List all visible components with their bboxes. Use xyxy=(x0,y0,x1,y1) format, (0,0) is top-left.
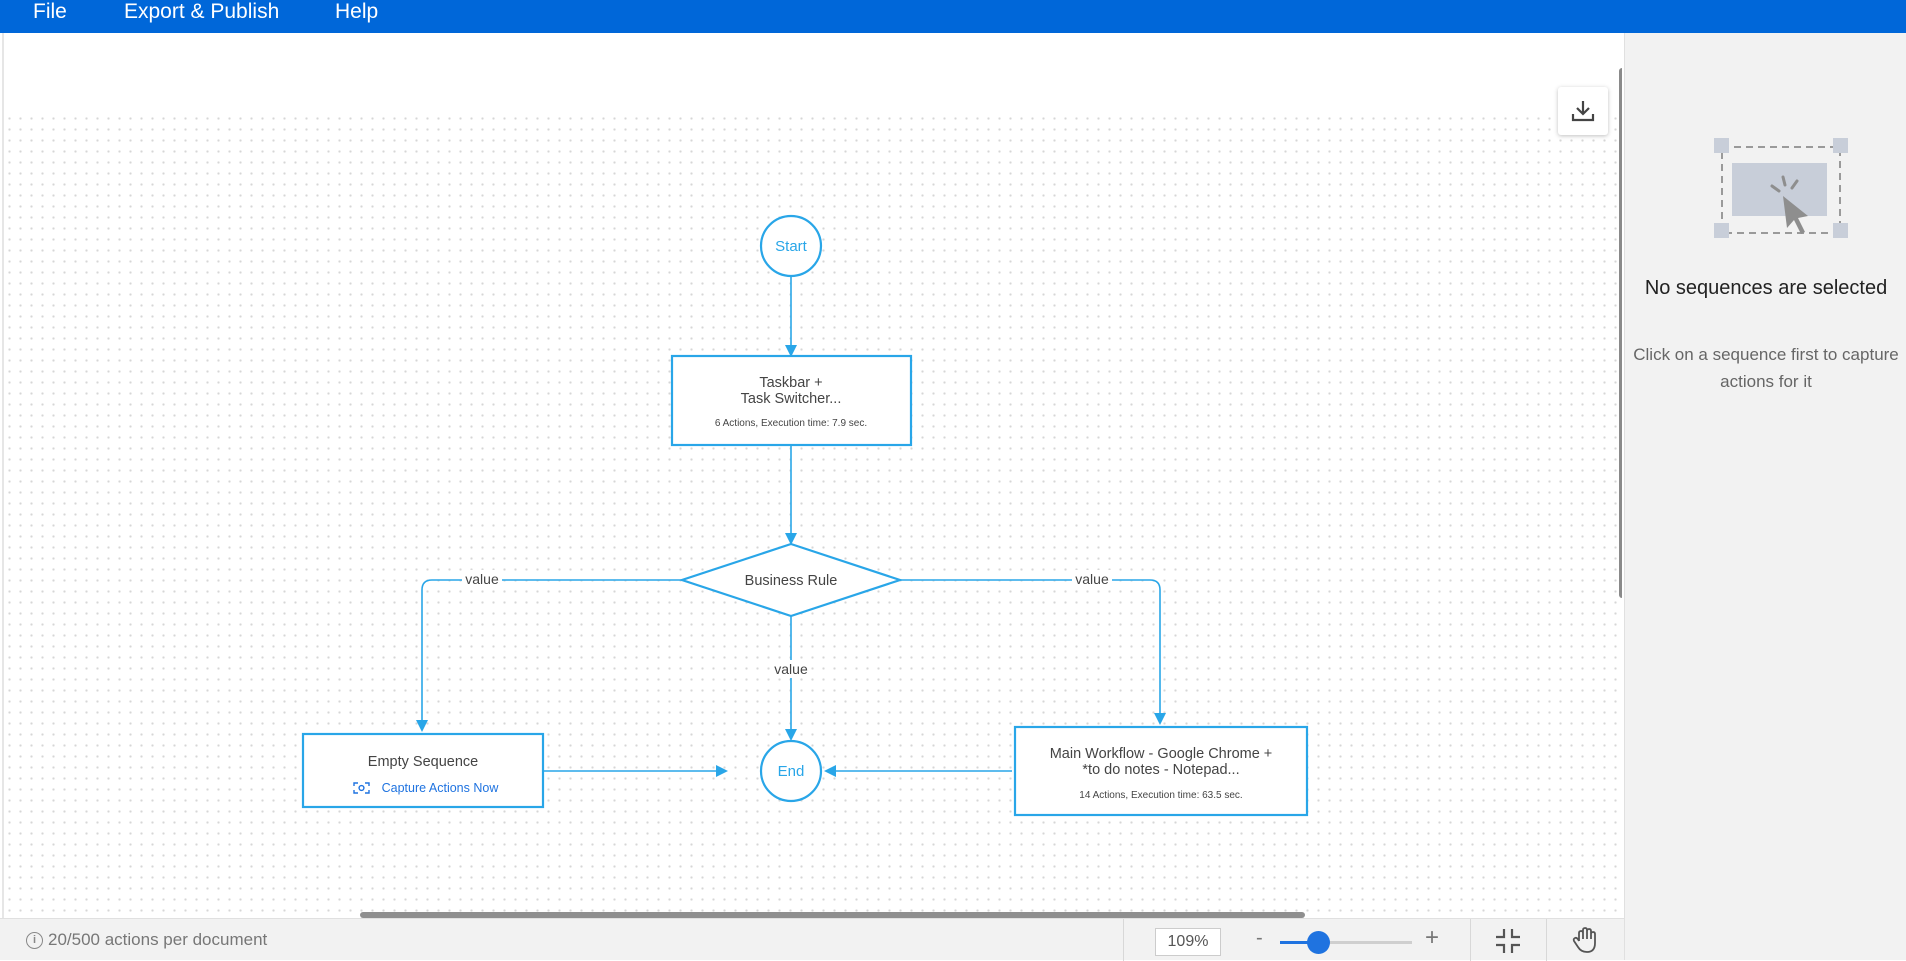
zoom-slider-track[interactable] xyxy=(1280,941,1412,944)
fit-screen-icon[interactable] xyxy=(1493,926,1523,956)
actions-count-label: 20/500 actions per document xyxy=(48,930,268,949)
capture-actions-label: Capture Actions Now xyxy=(382,781,500,795)
diagram-canvas[interactable]: value value value Start Taskbar + Task S… xyxy=(2,33,1622,918)
sequence-taskbar-meta: 6 Actions, Execution time: 7.9 sec. xyxy=(715,418,867,429)
end-label: End xyxy=(778,763,805,780)
panel-empty-title: No sequences are selected xyxy=(1644,277,1888,299)
select-sequence-illustration xyxy=(1714,138,1848,238)
edges xyxy=(416,276,1166,777)
divider xyxy=(1546,919,1547,961)
sequence-main-meta: 14 Actions, Execution time: 63.5 sec. xyxy=(1079,790,1242,801)
edge-label-center: value xyxy=(774,661,808,677)
sequence-taskbar-title-line2: Task Switcher... xyxy=(741,391,842,407)
edge-decision-to-main xyxy=(898,579,1166,725)
sequence-taskbar[interactable]: Taskbar + Task Switcher... 6 Actions, Ex… xyxy=(670,354,913,447)
zoom-out-button[interactable]: - xyxy=(1256,927,1263,950)
panel-empty-subtitle: Click on a sequence first to capture act… xyxy=(1633,345,1899,391)
sequence-taskbar-title-line1: Taskbar + xyxy=(759,375,822,391)
hand-icon[interactable] xyxy=(1570,925,1600,955)
sequence-main-title-line2: *to do notes - Notepad... xyxy=(1082,762,1239,778)
properties-panel: No sequences are selected Click on a seq… xyxy=(1624,33,1906,960)
edge-label-left: value xyxy=(465,571,499,587)
start-label: Start xyxy=(775,238,808,255)
divider xyxy=(1470,919,1471,961)
status-bar: i 20/500 actions per document 109% - + xyxy=(0,918,1624,961)
menu-export-publish[interactable]: Export & Publish xyxy=(124,0,279,23)
sequence-main-workflow[interactable]: Main Workflow - Google Chrome + *to do n… xyxy=(1013,725,1309,817)
menu-bar: File Export & Publish Help xyxy=(0,0,1906,33)
divider xyxy=(1123,919,1124,961)
sequence-empty[interactable]: Empty Sequence Capture Actions Now xyxy=(301,732,545,809)
decision-label: Business Rule xyxy=(745,573,838,589)
vertical-scrollbar[interactable] xyxy=(1619,68,1622,598)
actions-count: i 20/500 actions per document xyxy=(26,930,267,950)
end-node[interactable]: End xyxy=(759,739,823,803)
zoom-level-input[interactable]: 109% xyxy=(1155,928,1221,956)
info-icon: i xyxy=(26,931,43,949)
sequence-main-title-line1: Main Workflow - Google Chrome + xyxy=(1050,746,1273,762)
edge-decision-to-empty xyxy=(416,579,684,732)
sequence-empty-title: Empty Sequence xyxy=(368,754,478,770)
zoom-slider-thumb[interactable] xyxy=(1307,931,1331,954)
zoom-in-button[interactable]: + xyxy=(1425,924,1439,952)
start-node[interactable]: Start xyxy=(759,214,823,278)
menu-file[interactable]: File xyxy=(33,0,67,23)
decision-business-rule[interactable]: Business Rule xyxy=(678,542,904,618)
menu-help[interactable]: Help xyxy=(335,0,378,23)
edge-label-right: value xyxy=(1075,571,1109,587)
flow-diagram: value value value Start Taskbar + Task S… xyxy=(301,214,1309,817)
